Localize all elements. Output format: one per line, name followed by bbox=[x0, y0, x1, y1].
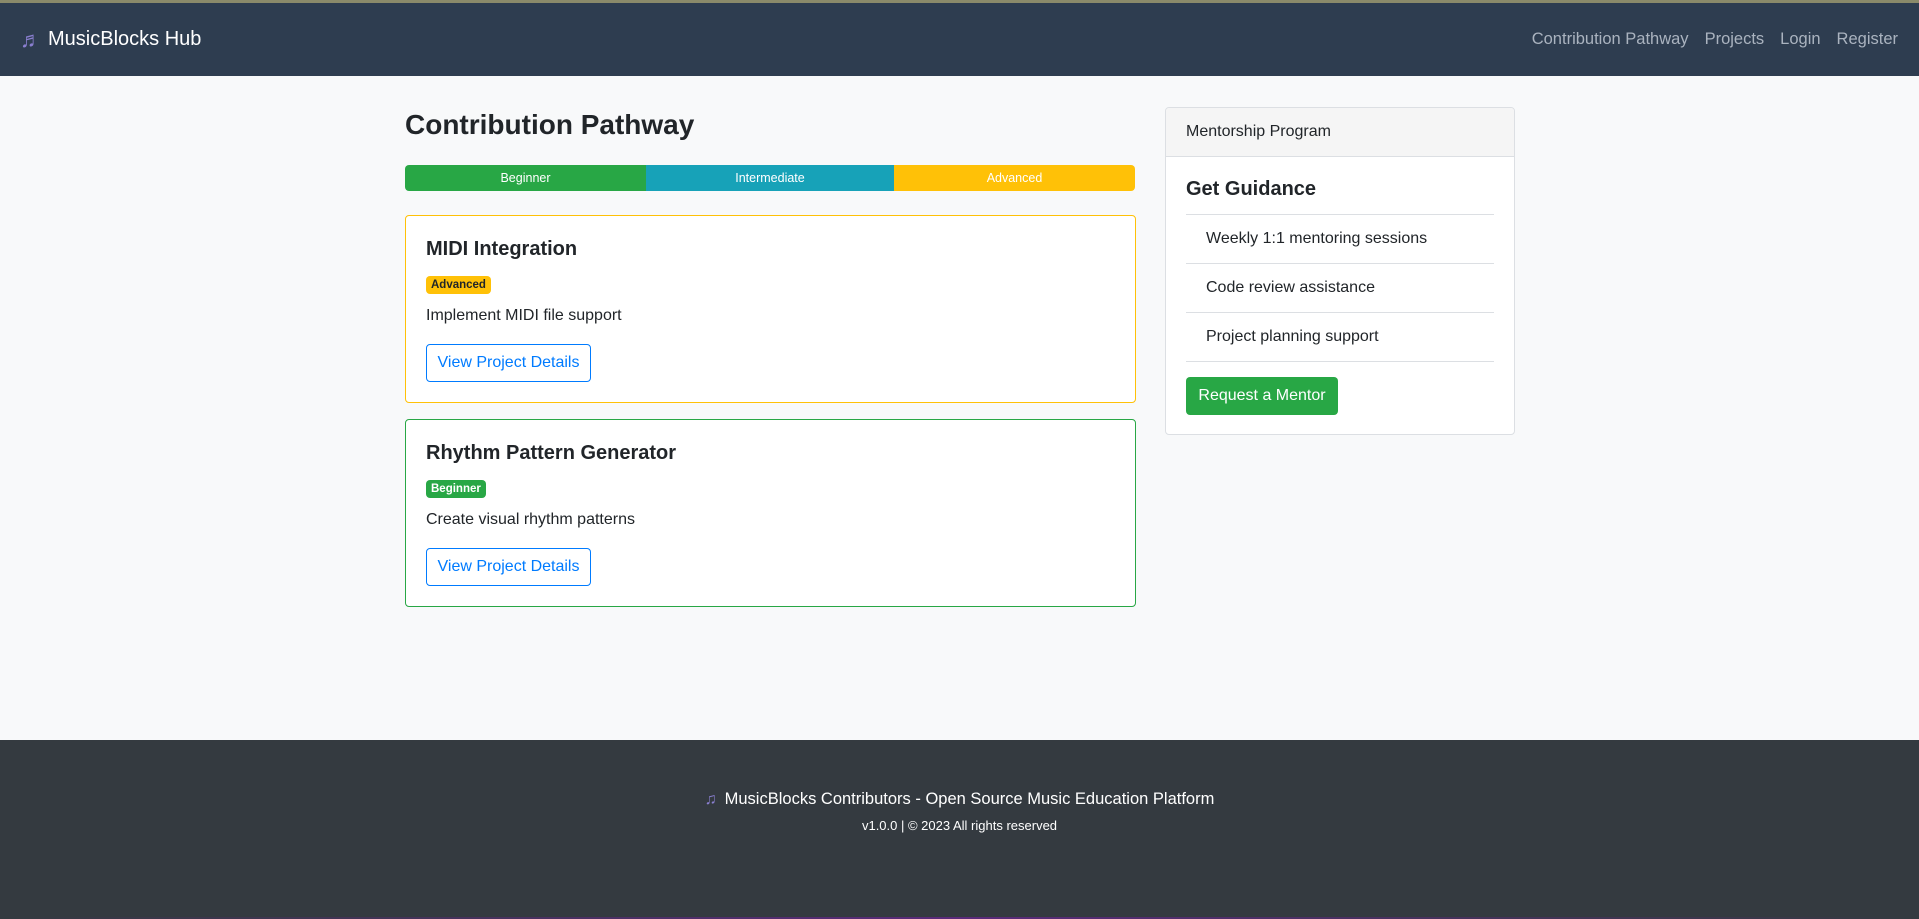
mentorship-list: Weekly 1:1 mentoring sessions Code revie… bbox=[1186, 214, 1494, 362]
nav-link-register[interactable]: Register bbox=[1837, 30, 1898, 49]
nav-links: Contribution Pathway Projects Login Regi… bbox=[1516, 30, 1898, 49]
nav-link-contribution-pathway[interactable]: Contribution Pathway bbox=[1532, 30, 1689, 49]
mentorship-header: Mentorship Program bbox=[1166, 108, 1514, 157]
music-note-icon: ♬ bbox=[20, 26, 42, 52]
brand-name: MusicBlocks Hub bbox=[48, 28, 202, 50]
pathway-beginner[interactable]: Beginner bbox=[405, 165, 646, 191]
nav-link-projects[interactable]: Projects bbox=[1705, 30, 1765, 49]
project-description: Implement MIDI file support bbox=[426, 307, 622, 324]
mentorship-body: Get Guidance Weekly 1:1 mentoring sessio… bbox=[1166, 157, 1514, 415]
pathway-progress: Beginner Intermediate Advanced bbox=[405, 165, 1135, 191]
mentorship-card: Mentorship Program Get Guidance Weekly 1… bbox=[1165, 107, 1515, 435]
level-badge: Advanced bbox=[426, 276, 491, 294]
list-item: Weekly 1:1 mentoring sessions bbox=[1186, 215, 1494, 264]
level-badge: Beginner bbox=[426, 480, 486, 498]
project-card: MIDI Integration Advanced Implement MIDI… bbox=[405, 215, 1136, 403]
list-item: Project planning support bbox=[1186, 313, 1494, 362]
project-title: MIDI Integration bbox=[426, 238, 578, 260]
footer-main: ♫ MusicBlocks Contributors - Open Source… bbox=[0, 790, 1919, 809]
project-title: Rhythm Pattern Generator bbox=[426, 442, 677, 464]
mentorship-title: Get Guidance bbox=[1186, 178, 1317, 200]
footer-text: MusicBlocks Contributors - Open Source M… bbox=[724, 790, 1215, 808]
brand-link[interactable]: ♬ MusicBlocks Hub bbox=[20, 27, 201, 53]
navbar: ♬ MusicBlocks Hub Contribution Pathway P… bbox=[0, 3, 1919, 76]
request-mentor-button[interactable]: Request a Mentor bbox=[1186, 377, 1338, 415]
footer-copyright: v1.0.0 | © 2023 All rights reserved bbox=[861, 818, 1058, 833]
project-description: Create visual rhythm patterns bbox=[426, 511, 635, 528]
footer: ♫ MusicBlocks Contributors - Open Source… bbox=[0, 740, 1919, 919]
project-card: Rhythm Pattern Generator Beginner Create… bbox=[405, 419, 1136, 607]
page-title: Contribution Pathway bbox=[405, 109, 695, 140]
list-item: Code review assistance bbox=[1186, 264, 1494, 313]
nav-link-login[interactable]: Login bbox=[1780, 30, 1820, 49]
pathway-intermediate[interactable]: Intermediate bbox=[646, 165, 894, 191]
music-notes-icon: ♫ bbox=[704, 790, 717, 808]
view-project-details-button[interactable]: View Project Details bbox=[426, 344, 591, 382]
view-project-details-button[interactable]: View Project Details bbox=[426, 548, 591, 586]
pathway-advanced[interactable]: Advanced bbox=[894, 165, 1135, 191]
